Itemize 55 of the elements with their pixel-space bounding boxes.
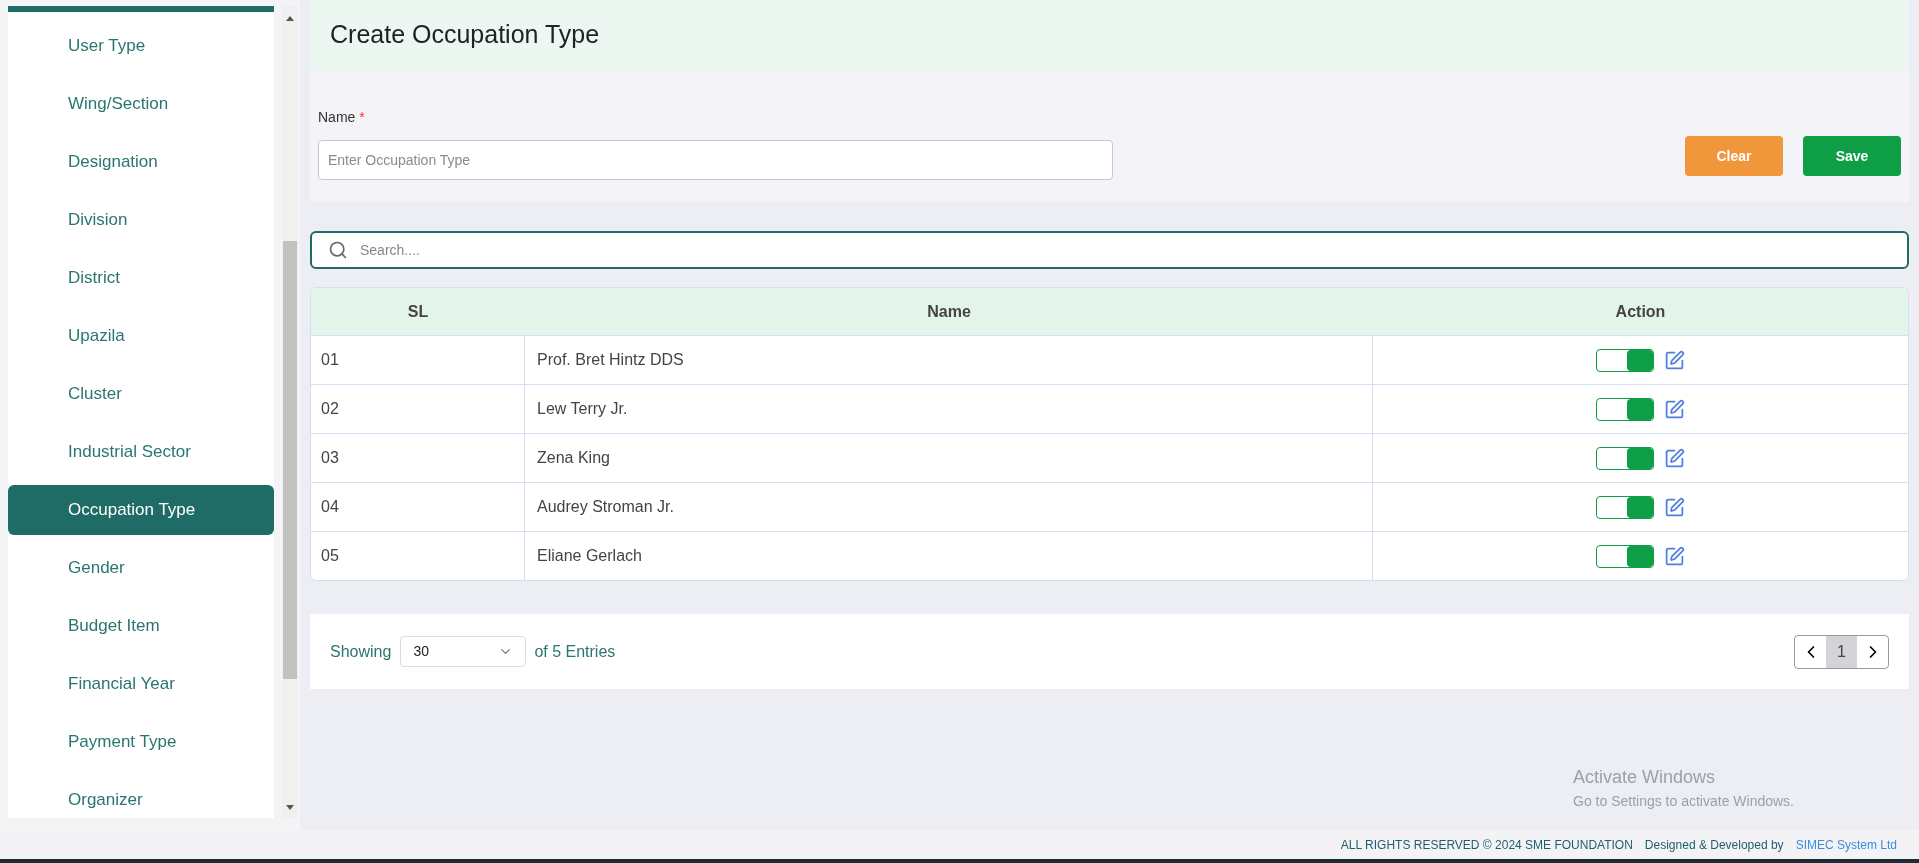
table-cell: 02 bbox=[311, 385, 525, 433]
search-icon bbox=[328, 240, 348, 260]
column-header: SL bbox=[406, 301, 430, 322]
activation-notice-title: Activate Windows bbox=[1573, 766, 1717, 789]
sidebar-item[interactable]: Industrial Sector bbox=[8, 427, 274, 477]
edit-icon[interactable] bbox=[1664, 447, 1685, 469]
sidebar-item[interactable]: Cluster bbox=[8, 369, 274, 419]
sidebar-item[interactable]: Payment Type bbox=[8, 717, 274, 767]
sidebar-item[interactable]: Gender bbox=[8, 543, 274, 593]
table-cell: 05 bbox=[311, 532, 525, 580]
edit-icon[interactable] bbox=[1664, 545, 1685, 567]
table-cell: 03 bbox=[311, 434, 525, 482]
status-toggle[interactable] bbox=[1596, 397, 1654, 421]
table-cell: 04 bbox=[311, 483, 525, 531]
sidebar-item[interactable]: Organizer bbox=[8, 775, 274, 818]
table-cell: Audrey Stroman Jr. bbox=[525, 483, 1373, 531]
page-button[interactable]: 1 bbox=[1826, 635, 1857, 668]
sidebar-item[interactable]: Occupation Type bbox=[8, 485, 274, 535]
save-button[interactable]: Save bbox=[1803, 136, 1901, 176]
sidebar-item[interactable]: District bbox=[8, 253, 274, 303]
status-toggle[interactable] bbox=[1596, 348, 1654, 372]
sidebar-item[interactable]: User Type bbox=[8, 21, 274, 71]
scroll-up-icon[interactable] bbox=[286, 16, 294, 21]
status-toggle[interactable] bbox=[1596, 495, 1654, 519]
table-cell: Prof. Bret Hintz DDS bbox=[525, 336, 1373, 384]
scroll-down-icon[interactable] bbox=[286, 805, 294, 810]
status-toggle[interactable] bbox=[1596, 446, 1654, 470]
page-size-select[interactable]: 30 bbox=[400, 636, 527, 667]
edit-icon[interactable] bbox=[1664, 398, 1685, 420]
table-cell: Zena King bbox=[525, 434, 1373, 482]
sidebar-item[interactable]: Wing/Section bbox=[8, 79, 274, 129]
sidebar-item[interactable]: Upazila bbox=[8, 311, 274, 361]
field-label: Name * bbox=[318, 108, 366, 127]
edit-icon[interactable] bbox=[1664, 349, 1685, 371]
sidebar-item[interactable]: Division bbox=[8, 195, 274, 245]
table-cell: 01 bbox=[311, 336, 525, 384]
sidebar-item[interactable]: Financial Year bbox=[8, 659, 274, 709]
sidebar-item[interactable]: Budget Item bbox=[8, 601, 274, 651]
credit-text: Designed & Developed by bbox=[1644, 836, 1784, 854]
status-toggle[interactable] bbox=[1596, 544, 1654, 568]
search-field[interactable]: Search.... bbox=[310, 231, 1909, 269]
table-cell: Lew Terry Jr. bbox=[525, 385, 1373, 433]
entries-label: of 5 Entries bbox=[534, 641, 616, 662]
edit-icon[interactable] bbox=[1664, 496, 1685, 518]
scrollbar-thumb[interactable] bbox=[283, 241, 297, 679]
copyright-text: ALL RIGHTS RESERVED © 2024 SME FOUNDATION bbox=[1340, 836, 1633, 854]
column-header: Name bbox=[926, 301, 972, 322]
table-cell: Eliane Gerlach bbox=[525, 532, 1373, 580]
showing-label: Showing bbox=[330, 641, 392, 662]
page-title: Create Occupation Type bbox=[330, 19, 600, 51]
name-input-field[interactable]: Enter Occupation Type bbox=[318, 140, 1113, 180]
sidebar-item[interactable]: Designation bbox=[8, 137, 274, 187]
column-header: Action bbox=[1614, 301, 1667, 322]
company-link[interactable]: SIMEC System Ltd bbox=[1795, 835, 1897, 854]
activation-notice-text: Go to Settings to activate Windows. bbox=[1573, 792, 1794, 811]
